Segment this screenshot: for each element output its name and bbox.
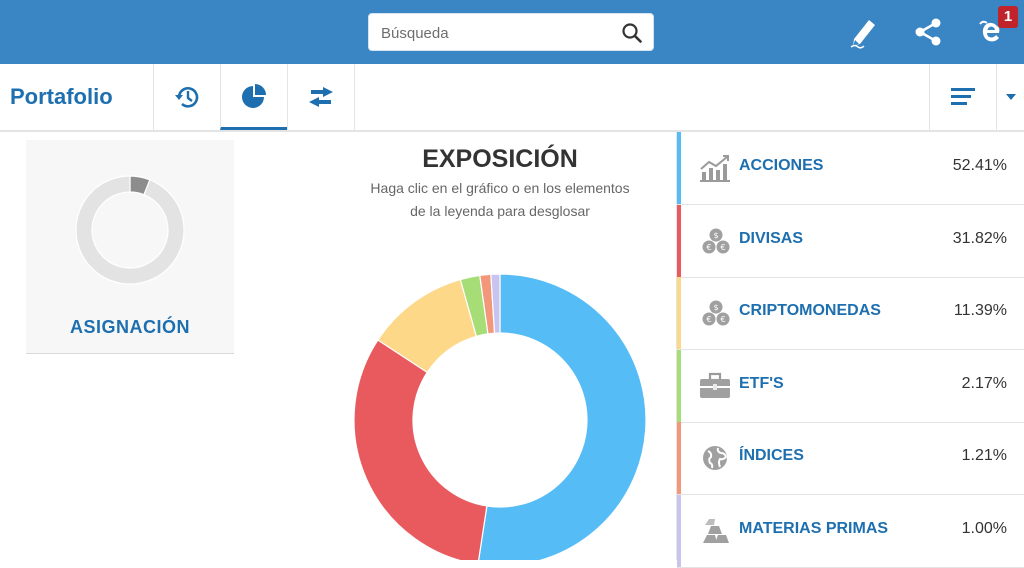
list-icon bbox=[951, 88, 975, 105]
legend-color-bar bbox=[677, 422, 681, 495]
chart-growth-icon bbox=[699, 154, 731, 182]
search-input[interactable] bbox=[381, 22, 611, 44]
svg-text:€: € bbox=[706, 243, 711, 252]
notification-badge: 1 bbox=[998, 6, 1018, 28]
search-box[interactable] bbox=[368, 13, 654, 51]
caret-down-icon bbox=[1005, 94, 1016, 100]
legend-color-bar bbox=[677, 349, 681, 422]
legend-item-5[interactable]: ÍNDICES 1.21% bbox=[677, 422, 1024, 496]
svg-text:€: € bbox=[720, 315, 725, 324]
tab-allocation[interactable] bbox=[220, 64, 287, 130]
legend-item-name[interactable]: ÍNDICES bbox=[739, 447, 804, 465]
allocation-slice-segment-2 bbox=[75, 175, 185, 285]
history-icon bbox=[175, 87, 199, 108]
legend-item-value: 11.39% bbox=[953, 302, 1007, 320]
svg-text:€: € bbox=[720, 243, 725, 252]
legend-item-name[interactable]: CRIPTOMONEDAS bbox=[739, 302, 881, 320]
coins-icon: $ € € bbox=[699, 227, 731, 255]
list-view-button[interactable] bbox=[929, 64, 996, 130]
legend-item-value: 31.82% bbox=[952, 229, 1007, 247]
allocation-card[interactable]: ASIGNACIÓN bbox=[26, 140, 234, 354]
legend-item-2[interactable]: $ € € DIVISAS 31.82% bbox=[677, 204, 1024, 278]
share-icon bbox=[915, 18, 941, 46]
pie-chart-icon bbox=[242, 83, 266, 108]
legend-item-name[interactable]: ACCIONES bbox=[739, 157, 823, 175]
legend-color-bar bbox=[677, 277, 681, 350]
legend-color-bar bbox=[677, 204, 681, 277]
search-icon[interactable] bbox=[621, 22, 643, 44]
tab-history[interactable] bbox=[153, 64, 220, 130]
edit-post-button[interactable] bbox=[843, 12, 883, 52]
exposure-title: EXPOSICIÓN bbox=[422, 145, 578, 173]
globe-icon bbox=[699, 444, 731, 472]
exposure-subtitle-line2: de la leyenda para desglosar bbox=[410, 203, 590, 219]
legend-item-6[interactable]: MATERIAS PRIMAS 1.00% bbox=[677, 495, 1024, 568]
allocation-label: ASIGNACIÓN bbox=[69, 317, 190, 337]
donut-slice-acciones[interactable] bbox=[478, 273, 647, 560]
legend-item-value: 2.17% bbox=[961, 374, 1007, 392]
legend-item-value: 52.41% bbox=[952, 157, 1007, 174]
view-options-dropdown[interactable] bbox=[996, 64, 1024, 130]
briefcase-icon bbox=[699, 372, 731, 400]
legend-color-bar bbox=[677, 495, 681, 567]
page-title: Portafolio bbox=[10, 84, 113, 109]
swap-arrows-icon bbox=[309, 87, 333, 107]
legend-item-3[interactable]: $ € € CRIPTOMONEDAS 11.39% bbox=[677, 277, 1024, 351]
allocation-mini-chart bbox=[75, 175, 185, 285]
legend-color-bar bbox=[677, 132, 681, 204]
exposure-legend: ACCIONES 52.41% $ € € DIVISAS 31.82% $ € € CRIPTOM… bbox=[676, 132, 1024, 568]
tab-divider bbox=[354, 64, 355, 130]
coins-icon: $ € € bbox=[699, 299, 731, 327]
svg-text:€: € bbox=[706, 315, 711, 324]
donut-slice-divisas[interactable] bbox=[353, 339, 488, 560]
exposure-donut-chart[interactable] bbox=[335, 260, 665, 560]
pencil-icon bbox=[850, 20, 875, 49]
svg-text:$: $ bbox=[713, 303, 718, 312]
gold-bars-icon bbox=[699, 517, 731, 545]
legend-item-4[interactable]: ETF'S 2.17% bbox=[677, 349, 1024, 423]
portfolio-toolbar: Portafolio bbox=[0, 64, 1024, 132]
svg-text:$: $ bbox=[713, 231, 718, 240]
legend-item-value: 1.00% bbox=[961, 520, 1007, 537]
top-bar: 1 bbox=[0, 0, 1024, 64]
exposure-subtitle-line1: Haga clic en el gráfico o en los element… bbox=[370, 180, 630, 196]
legend-item-name[interactable]: MATERIAS PRIMAS bbox=[739, 520, 888, 538]
legend-item-name[interactable]: DIVISAS bbox=[739, 230, 803, 248]
legend-item-name[interactable]: ETF'S bbox=[739, 375, 784, 393]
tab-transfers[interactable] bbox=[287, 64, 354, 130]
share-button[interactable] bbox=[908, 12, 948, 52]
exposure-subtitle: Haga clic en el gráfico o en los element… bbox=[330, 177, 670, 223]
legend-item-value: 1.21% bbox=[961, 447, 1007, 465]
legend-item-1[interactable]: ACCIONES 52.41% bbox=[677, 132, 1024, 205]
